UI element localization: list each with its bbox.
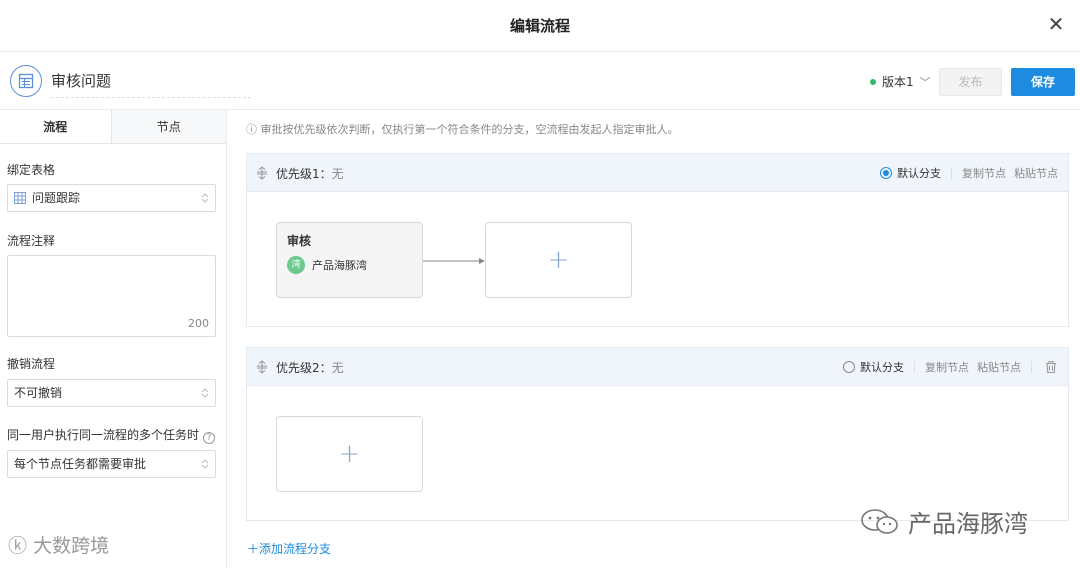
bind-table-label: 绑定表格 <box>7 163 56 177</box>
select-arrows-icon <box>201 193 209 203</box>
revoke-value: 不可撤销 <box>14 386 63 400</box>
branch-actions: 默认分支 复制节点 粘贴节点 <box>880 165 1058 181</box>
branch-header: 优先级1：无 默认分支 复制节点 粘贴节点 <box>247 154 1068 192</box>
watermark-left: ⓚ 大数跨境 <box>8 531 109 558</box>
add-branch-label: 添加流程分支 <box>259 542 332 556</box>
radio-checked-icon <box>880 167 892 179</box>
watermark-left-text: 大数跨境 <box>33 535 110 557</box>
default-branch-radio[interactable]: 默认分支 <box>843 359 904 375</box>
multi-task-label-text: 同一用户执行同一流程的多个任务时 <box>7 428 200 442</box>
tab-node[interactable]: 节点 <box>110 110 226 143</box>
form-table-icon <box>10 65 42 97</box>
multi-task-value: 每个节点任务都需要审批 <box>14 457 147 471</box>
plus-icon: + <box>547 245 570 275</box>
branch-actions: 默认分支 复制节点 粘贴节点 <box>843 359 1058 375</box>
copy-node-button[interactable]: 复制节点 <box>962 165 1006 181</box>
branch-priority-1: 优先级1：无 默认分支 复制节点 粘贴节点 审核 湾 产品海豚湾 + <box>246 153 1069 327</box>
select-arrows-icon <box>201 388 209 398</box>
help-icon[interactable]: ? <box>203 432 216 444</box>
watermark-right-text: 产品海豚湾 <box>908 510 1028 538</box>
settings-sidebar: 流程 节点 绑定表格 问题跟踪 流程注释 200 撤销流程 不可撤销 同一用户执… <box>0 110 227 568</box>
add-node-button[interactable]: + <box>485 222 632 298</box>
note-label: 流程注释 <box>7 234 56 248</box>
sidebar-tabs: 流程 节点 <box>0 110 226 144</box>
divider <box>1031 361 1032 373</box>
add-branch-button[interactable]: ＋添加流程分支 <box>247 540 331 557</box>
radio-unchecked-icon <box>843 361 855 373</box>
drag-handle-icon[interactable] <box>256 166 268 180</box>
table-icon <box>14 192 26 204</box>
approver-name: 产品海豚湾 <box>312 259 367 272</box>
flow-header: 审核问题 版本1 ﹀ 发布 保存 <box>0 52 1080 110</box>
version-label: 版本1 <box>882 75 914 89</box>
trash-icon[interactable] <box>1044 360 1058 374</box>
divider <box>914 361 915 373</box>
multi-task-select[interactable]: 每个节点任务都需要审批 <box>7 450 216 478</box>
close-icon[interactable]: ✕ <box>1045 13 1067 35</box>
paste-node-button[interactable]: 粘贴节点 <box>977 359 1021 375</box>
version-selector[interactable]: 版本1 ﹀ <box>870 73 931 90</box>
divider <box>951 167 952 179</box>
review-node[interactable]: 审核 湾 产品海豚湾 <box>276 222 423 298</box>
watermark-right: 产品海豚湾 <box>860 504 1028 539</box>
plus-icon: + <box>338 439 361 469</box>
save-button[interactable]: 保存 <box>1011 68 1075 96</box>
avatar: 湾 <box>287 256 305 274</box>
revoke-label: 撤销流程 <box>7 357 56 371</box>
arrow-right-icon <box>423 258 485 264</box>
branch-priority-2: 优先级2：无 默认分支 复制节点 粘贴节点 + <box>246 347 1069 521</box>
priority-title: 优先级1：无 <box>276 165 344 182</box>
node-approver: 湾 产品海豚湾 <box>287 256 367 274</box>
chevron-down-icon: ﹀ <box>919 75 931 89</box>
branch-header: 优先级2：无 默认分支 复制节点 粘贴节点 <box>247 348 1068 386</box>
priority-label: 优先级2： <box>276 361 332 375</box>
flow-name-input[interactable]: 审核问题 <box>51 70 251 98</box>
priority-condition: 无 <box>331 361 344 375</box>
copy-node-button[interactable]: 复制节点 <box>925 359 969 375</box>
multi-task-label: 同一用户执行同一流程的多个任务时? <box>7 426 216 444</box>
plus-icon: ＋ <box>247 542 260 556</box>
revoke-select[interactable]: 不可撤销 <box>7 379 216 407</box>
select-arrows-icon <box>201 459 209 469</box>
bind-table-select[interactable]: 问题跟踪 <box>7 184 216 212</box>
note-char-count: 200 <box>188 317 209 330</box>
edit-flow-dialog: 编辑流程 ✕ 审核问题 版本1 ﹀ 发布 保存 流程 节点 绑定表格 问题跟踪 … <box>0 0 1080 568</box>
title-bar: 编辑流程 ✕ <box>0 0 1080 52</box>
wechat-icon <box>861 508 898 534</box>
tab-flow[interactable]: 流程 <box>0 110 111 143</box>
dialog-title: 编辑流程 <box>509 17 570 35</box>
bind-table-value: 问题跟踪 <box>32 191 81 205</box>
priority-condition: 无 <box>331 167 344 181</box>
priority-title: 优先级2：无 <box>276 359 344 376</box>
note-textarea[interactable]: 200 <box>7 255 216 337</box>
publish-button[interactable]: 发布 <box>939 68 1002 96</box>
add-node-button[interactable]: + <box>276 416 423 492</box>
node-title: 审核 <box>287 234 312 248</box>
priority-notice: ⓘ 审批按优先级依次判断，仅执行第一个符合条件的分支，空流程由发起人指定审批人。 <box>246 123 679 136</box>
default-branch-label: 默认分支 <box>897 167 941 180</box>
watermark-logo-icon: ⓚ <box>8 535 28 557</box>
priority-label: 优先级1： <box>276 167 332 181</box>
paste-node-button[interactable]: 粘贴节点 <box>1014 165 1058 181</box>
default-branch-radio[interactable]: 默认分支 <box>880 165 941 181</box>
default-branch-label: 默认分支 <box>860 361 904 374</box>
status-dot-icon <box>870 78 876 85</box>
drag-handle-icon[interactable] <box>256 360 268 374</box>
